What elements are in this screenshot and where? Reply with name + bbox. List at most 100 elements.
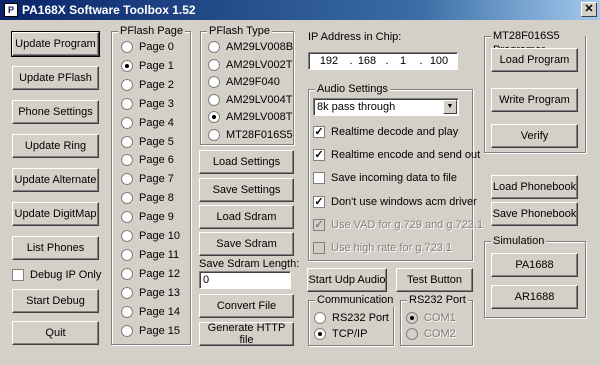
pflash-type-radio[interactable]: AM29LV002T [208,58,292,72]
list-phones-button[interactable]: List Phones [12,236,99,260]
radio-circle[interactable] [208,128,220,141]
radio-circle[interactable] [406,328,418,340]
pflash-type-radio[interactable]: MT28F016S5 [208,128,293,142]
radio-circle[interactable] [208,93,220,106]
pflash-page-radio[interactable]: Page 11 [121,248,179,262]
load-phonebook-button[interactable]: Load Phonebook [491,175,578,199]
radio-circle[interactable] [121,135,133,148]
pa1688-button[interactable]: PA1688 [491,253,578,277]
checkmark-icon[interactable]: ✓ [313,149,325,162]
radio-circle[interactable] [121,41,133,53]
update-program-button[interactable]: Update Program [11,31,100,57]
pflash-page-radio[interactable]: Page 1 [121,59,174,73]
pflash-page-radio[interactable]: Page 5 [121,135,174,149]
phone-settings-button[interactable]: Phone Settings [12,100,99,124]
checkbox-box[interactable] [12,269,24,281]
audio-option-checkbox[interactable]: ✓ Realtime encode and send out [313,148,480,162]
pflash-page-radio[interactable]: Page 7 [121,172,174,186]
radio-circle-selected[interactable] [208,111,220,123]
test-button[interactable]: Test Button [396,268,473,292]
radio-circle[interactable] [121,324,133,337]
comm-tcpip-radio[interactable]: TCP/IP [314,327,367,341]
load-program-button[interactable]: Load Program [491,48,578,72]
pflash-page-radio[interactable]: Page 14 [121,305,180,319]
audio-option-checkbox[interactable]: Save incoming data to file [313,171,457,185]
quit-button[interactable]: Quit [12,321,99,345]
update-digitmap-button[interactable]: Update DigitMap [12,202,99,226]
ip-octet-1[interactable]: 192 [315,53,343,69]
audio-option-checkbox[interactable]: ✓ Realtime decode and play [313,125,458,139]
update-alternate-button[interactable]: Update Alternate [12,168,99,192]
close-button[interactable]: ✕ [581,2,597,17]
radio-circle[interactable] [121,267,133,280]
checkmark-icon[interactable]: ✓ [313,218,325,231]
radio-circle[interactable] [121,173,133,186]
checkbox-box[interactable] [313,242,325,254]
pflash-type-radio[interactable]: AM29LV004T [208,93,292,107]
radio-circle[interactable] [121,248,133,261]
ip-address-field[interactable]: 192 . 168 . 1 . 100 [308,52,458,70]
pflash-type-radio[interactable]: AM29F040 [208,75,280,89]
save-sdram-button[interactable]: Save Sdram [199,232,294,256]
start-debug-button[interactable]: Start Debug [12,289,99,313]
pflash-type-radio[interactable]: AM29LV008B [208,40,293,54]
debug-ip-only-checkbox[interactable]: Debug IP Only [12,268,101,282]
pflash-page-radio[interactable]: Page 12 [121,267,180,281]
pflash-page-radio[interactable]: Page 0 [121,40,174,54]
checkmark-icon[interactable]: ✓ [313,195,325,208]
verify-button[interactable]: Verify [491,124,578,148]
radio-circle[interactable] [121,230,133,242]
write-program-button[interactable]: Write Program [491,88,578,112]
load-settings-button[interactable]: Load Settings [199,150,294,174]
radio-circle-selected[interactable] [121,59,133,72]
generate-http-file-button[interactable]: Generate HTTP file [199,322,294,346]
comm-rs232-radio[interactable]: RS232 Port [314,311,389,325]
rs232-com1-radio[interactable]: COM1 [406,311,456,325]
radio-circle[interactable] [208,76,220,88]
audio-option-checkbox[interactable]: Use high rate for g.723.1 [313,241,452,255]
radio-circle[interactable] [121,211,133,224]
ip-octet-4[interactable]: 100 [425,53,453,69]
radio-circle-selected[interactable] [406,312,418,324]
radio-circle[interactable] [314,312,326,324]
pflash-page-radio[interactable]: Page 15 [121,324,180,338]
save-sdram-length-field[interactable]: 0 [199,271,291,289]
radio-circle[interactable] [208,41,220,53]
load-sdram-button[interactable]: Load Sdram [199,205,294,229]
radio-circle[interactable] [121,286,133,299]
checkbox-box[interactable] [313,172,325,185]
pflash-page-radio[interactable]: Page 3 [121,97,174,111]
pflash-page-radio[interactable]: Page 9 [121,210,174,224]
pflash-page-radio[interactable]: Page 4 [121,116,174,130]
rs232-com2-radio[interactable]: COM2 [406,327,456,341]
radio-circle[interactable] [208,58,220,71]
pflash-page-radio[interactable]: Page 6 [121,153,174,167]
pflash-page-radio[interactable]: Page 13 [121,286,180,300]
pflash-type-radio[interactable]: AM29LV008T [208,110,292,124]
pflash-page-radio[interactable]: Page 8 [121,191,174,205]
convert-file-button[interactable]: Convert File [199,294,294,318]
save-settings-button[interactable]: Save Settings [199,178,294,202]
ip-octet-2[interactable]: 168 [353,53,381,69]
pflash-page-radio[interactable]: Page 2 [121,78,174,92]
ar1688-button[interactable]: AR1688 [491,285,578,309]
pflash-page-radio[interactable]: Page 10 [121,229,180,243]
radio-circle[interactable] [121,97,133,110]
start-udp-audio-button[interactable]: Start Udp Audio [307,268,387,292]
radio-circle[interactable] [121,78,133,91]
ip-octet-3[interactable]: 1 [389,53,417,69]
audio-mode-value: 8k pass through [317,101,396,113]
audio-option-checkbox[interactable]: ✓ Don't use windows acm driver [313,195,477,209]
radio-circle-selected[interactable] [314,328,326,340]
radio-circle[interactable] [121,305,133,318]
update-ring-button[interactable]: Update Ring [12,134,99,158]
audio-mode-select[interactable]: 8k pass through ▼ [313,98,459,116]
chevron-down-icon[interactable]: ▼ [443,100,457,114]
audio-option-checkbox[interactable]: ✓ Use VAD for g.729 and g.723.1 [313,218,483,232]
radio-circle[interactable] [121,116,133,129]
radio-circle[interactable] [121,154,133,167]
save-phonebook-button[interactable]: Save Phonebook [491,202,578,226]
radio-circle[interactable] [121,192,133,205]
update-pflash-button[interactable]: Update PFlash [12,66,99,90]
checkmark-icon[interactable]: ✓ [313,126,325,138]
